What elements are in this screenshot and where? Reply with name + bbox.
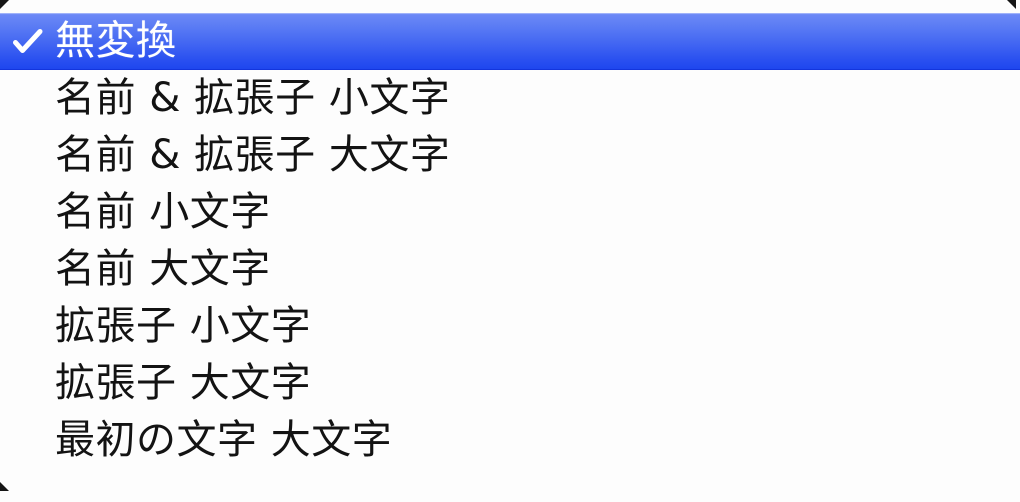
menu-item-no-conversion[interactable]: 無変換 — [0, 13, 1020, 70]
frame-corner-artifact-top-right — [1007, 0, 1016, 9]
menu-item-first-letter-uppercase[interactable]: 最初の文字 大文字 — [0, 412, 1020, 469]
menu-item-label: 拡張子 大文字 — [55, 359, 312, 406]
menu-item-name-and-extension-uppercase[interactable]: 名前 & 拡張子 大文字 — [0, 127, 1020, 184]
menu-item-label: 名前 & 拡張子 大文字 — [55, 131, 451, 178]
menu-item-label: 拡張子 小文字 — [55, 302, 312, 349]
menu-item-name-lowercase[interactable]: 名前 小文字 — [0, 184, 1020, 241]
menu-item-label: 名前 大文字 — [55, 245, 271, 292]
menu-item-name-and-extension-lowercase[interactable]: 名前 & 拡張子 小文字 — [0, 70, 1020, 127]
popup-menu: 無変換 名前 & 拡張子 小文字 名前 & 拡張子 大文字 名前 小文字 名前 … — [0, 0, 1020, 502]
menu-item-label: 無変換 — [55, 17, 177, 64]
menu-item-label: 名前 & 拡張子 小文字 — [55, 74, 451, 121]
menu-item-label: 最初の文字 大文字 — [55, 416, 393, 463]
menu-item-name-uppercase[interactable]: 名前 大文字 — [0, 241, 1020, 298]
menu-item-extension-uppercase[interactable]: 拡張子 大文字 — [0, 355, 1020, 412]
frame-corner-artifact-top-left — [0, 0, 9, 9]
menu-item-extension-lowercase[interactable]: 拡張子 小文字 — [0, 298, 1020, 355]
frame-corner-artifact-bottom-left — [0, 482, 9, 491]
menu-item-label: 名前 小文字 — [55, 188, 271, 235]
menu-item-list: 無変換 名前 & 拡張子 小文字 名前 & 拡張子 大文字 名前 小文字 名前 … — [0, 13, 1020, 469]
checkmark-icon — [0, 28, 55, 56]
